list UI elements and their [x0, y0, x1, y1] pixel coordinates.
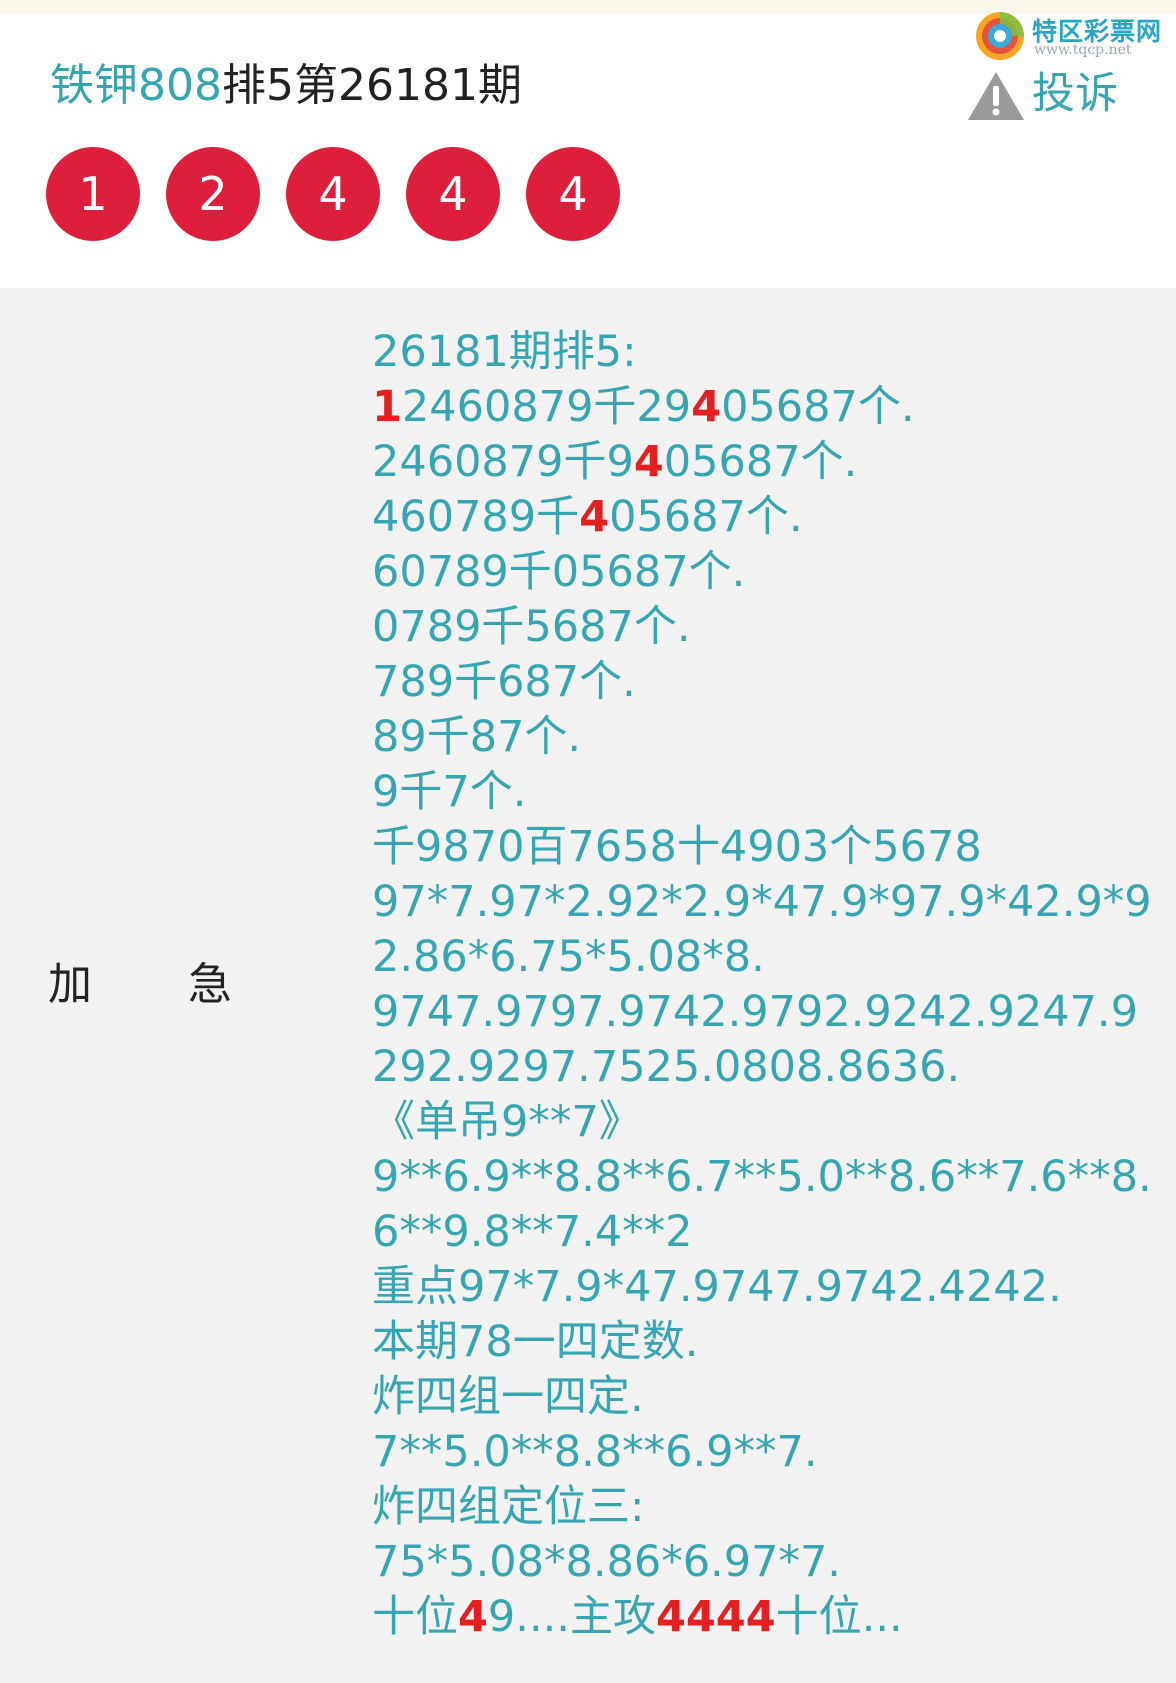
site-url: www.tqcp.net [1034, 42, 1132, 58]
post-text-segment: 千9870百7658十4903个5678 [372, 822, 982, 872]
post-text-segment: 9....主攻 [487, 1592, 656, 1642]
post-text-segment: 炸四组定位三: [372, 1482, 645, 1532]
swirl-logo-icon [976, 12, 1024, 60]
post-line: 12460879千29405687个. [372, 380, 1162, 435]
post-text-segment: 89千87个. [372, 712, 582, 762]
draw-ball: 4 [406, 147, 500, 241]
post-line: 75*5.08*8.86*6.97*7. [372, 1535, 1162, 1590]
post-text-segment: 2460879千29 [401, 382, 692, 432]
highlighted-digit: 4 [579, 492, 610, 542]
site-logo: 特区彩票网 www.tqcp.net [974, 10, 1170, 62]
post-text-segment: 9**6.9**8.8**6.7**5.0**8.6**7.6**8. [372, 1152, 1152, 1202]
post-line: 97*7.97*2.92*2.9*47.9*97.9*42.9*9 [372, 875, 1162, 930]
draw-ball: 4 [286, 147, 380, 241]
post-text-segment: 789千687个. [372, 657, 636, 707]
row-label-char: 急 [188, 959, 232, 1010]
post-line: 十位49....主攻4444十位... [372, 1590, 1162, 1645]
draw-ball: 4 [526, 147, 620, 241]
post-text-segment: 0789千5687个. [372, 602, 691, 652]
post-text-segment: 75*5.08*8.86*6.97*7. [372, 1537, 841, 1587]
post-text-segment: 2.86*6.75*5.08*8. [372, 932, 765, 982]
post-text-segment: 十位... [775, 1592, 903, 1642]
report-label: 投诉 [1032, 69, 1118, 119]
post-line: 60789千05687个. [372, 545, 1162, 600]
post-text-segment: 6**9.8**7.4**2 [372, 1207, 693, 1257]
post-line: 重点97*7.9*47.9747.9742.4242. [372, 1260, 1162, 1315]
row-label-char: 加 [48, 959, 92, 1010]
page-title: 铁钾808排5第26181期 [50, 56, 522, 116]
author-link[interactable]: 铁钾808 [50, 60, 222, 111]
post-text-segment: 炸四组一四定. [372, 1372, 644, 1422]
post-line: 9千7个. [372, 765, 1162, 820]
post-content: 加急 26181期排5: 12460879千29405687个. 2460879千9… [0, 288, 1176, 1683]
highlighted-digit: 1 [372, 382, 402, 432]
row-label: 加急 [48, 948, 232, 1012]
post-text-segment: 9747.9797.9742.9792.9242.9247.9 [372, 987, 1138, 1037]
post-line: 2460879千9405687个. [372, 435, 1162, 490]
post-text-segment: 7**5.0**8.8**6.9**7. [372, 1427, 818, 1477]
post-line: 292.9297.7525.0808.8636. [372, 1040, 1162, 1095]
post-text-segment: 05687个. [609, 492, 803, 542]
issue-title: 排5第26181期 [221, 60, 522, 111]
post-text-segment: 292.9297.7525.0808.8636. [372, 1042, 961, 1092]
highlighted-digit: 4444 [655, 1592, 776, 1642]
post-text-segment: 重点97*7.9*47.9747.9742.4242. [372, 1262, 1062, 1312]
highlighted-digit: 4 [458, 1592, 488, 1642]
post-line: 2.86*6.75*5.08*8. [372, 930, 1162, 985]
post-line: 《单吊9**7》 [372, 1095, 1162, 1150]
post-line: 千9870百7658十4903个5678 [372, 820, 1162, 875]
post-text-segment: 26181期排5: [372, 327, 637, 377]
warning-triangle-icon [968, 72, 1024, 120]
post-line: 460789千405687个. [372, 490, 1162, 545]
post-line: 26181期排5: [372, 325, 1162, 380]
draw-ball: 2 [166, 147, 260, 241]
post-line: 炸四组一四定. [372, 1370, 1162, 1425]
post-text-segment: 《单吊9**7》 [372, 1097, 642, 1147]
post-text-segment: 2460879千9 [372, 437, 634, 487]
post-line: 789千687个. [372, 655, 1162, 710]
post-text-segment: 9千7个. [372, 767, 527, 817]
post-text-segment: 60789千05687个. [372, 547, 746, 597]
post-line: 9**6.9**8.8**6.7**5.0**8.6**7.6**8. [372, 1150, 1162, 1205]
post-line: 0789千5687个. [372, 600, 1162, 655]
post-line: 炸四组定位三: [372, 1480, 1162, 1535]
post-text-segment: 本期78一四定数. [372, 1317, 699, 1367]
post-line: 7**5.0**8.8**6.9**7. [372, 1425, 1162, 1480]
post-line: 9747.9797.9742.9792.9242.9247.9 [372, 985, 1162, 1040]
highlighted-digit: 4 [633, 437, 664, 487]
post-text-segment: 05687个. [663, 437, 858, 487]
post-text-segment: 十位 [372, 1592, 458, 1642]
post-text: 26181期排5: 12460879千29405687个. 2460879千9405… [372, 325, 1162, 1645]
post-line: 本期78一四定数. [372, 1315, 1162, 1370]
draw-ball: 1 [46, 147, 140, 241]
post-text-segment: 05687个. [721, 382, 915, 432]
highlighted-digit: 4 [691, 382, 722, 432]
report-button[interactable]: 投诉 [966, 66, 1146, 122]
post-text-segment: 460789千 [372, 492, 580, 542]
post-text-segment: 97*7.97*2.92*2.9*47.9*97.9*42.9*9 [372, 877, 1152, 927]
post-line: 6**9.8**7.4**2 [372, 1205, 1162, 1260]
post-line: 89千87个. [372, 710, 1162, 765]
